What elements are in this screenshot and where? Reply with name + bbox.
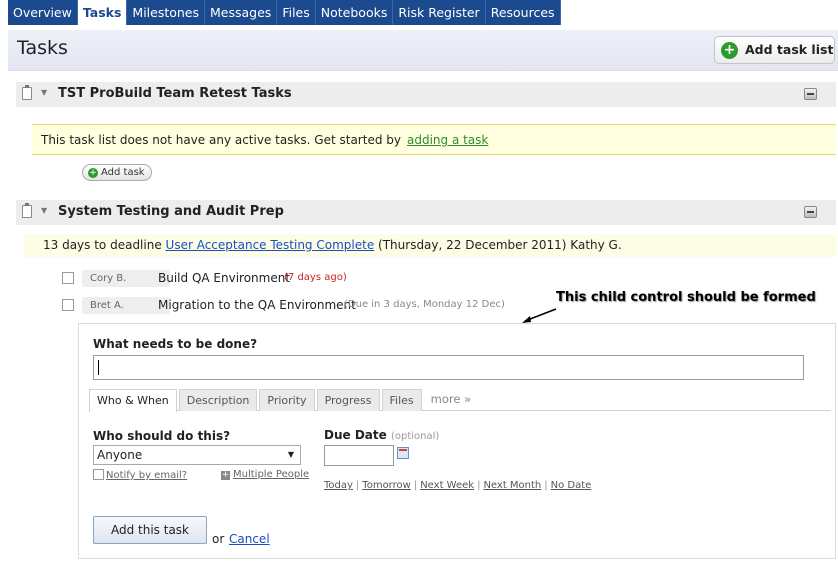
tab-priority[interactable]: Priority (259, 389, 315, 411)
multiple-people-link[interactable]: + Multiple People (221, 469, 309, 480)
chevron-down-icon[interactable]: ▼ (41, 88, 47, 97)
assignee-select[interactable]: Anyone ▼ (93, 445, 301, 465)
task-name[interactable]: Build QA Environment (158, 271, 290, 285)
task-meta: (Due in 3 days, Monday 12 Dec) (344, 299, 505, 310)
task-checkbox[interactable] (62, 299, 74, 311)
task-question-label: What needs to be done? (93, 337, 258, 351)
plus-icon: + (221, 470, 230, 480)
tab-resources[interactable]: Resources (485, 0, 561, 25)
add-task-list-label: Add task list (745, 42, 834, 57)
add-task-form: What needs to be done? Who & When Descri… (78, 323, 836, 559)
assignee-label: Who should do this? (93, 429, 231, 443)
notify-label[interactable]: Notify by email? (106, 470, 187, 481)
due-date-optional: (optional) (390, 431, 440, 442)
notify-checkbox[interactable] (93, 469, 104, 480)
add-this-task-button[interactable]: Add this task (93, 516, 207, 544)
tab-overview[interactable]: Overview (8, 0, 78, 25)
notify-option[interactable]: Notify by email? (93, 469, 187, 481)
task-checkbox[interactable] (62, 272, 74, 284)
multiple-people-label[interactable]: Multiple People (233, 469, 309, 480)
tab-progress[interactable]: Progress (316, 389, 380, 411)
quick-date-next-month[interactable]: Next Month (483, 480, 541, 491)
tab-tasks[interactable]: Tasks (77, 0, 128, 25)
task-list-name[interactable]: TST ProBuild Team Retest Tasks (58, 86, 292, 101)
assignee-badge: Cory B. (82, 270, 170, 287)
quick-date-no-date[interactable]: No Date (551, 480, 592, 491)
quick-date-tomorrow[interactable]: Tomorrow (362, 480, 411, 491)
annotation-text: This child control should be formed (556, 290, 816, 305)
cancel-link[interactable]: Cancel (229, 532, 270, 546)
chevron-down-icon: ▼ (287, 450, 294, 459)
quick-date-next-week[interactable]: Next Week (420, 480, 474, 491)
task-list-header: ▼ System Testing and Audit Prep (16, 200, 836, 225)
tab-messages[interactable]: Messages (205, 0, 278, 25)
deadline-details: (Thursday, 22 December 2011) Kathy G. (378, 238, 622, 252)
plus-icon: + (721, 42, 738, 59)
divider: | (413, 480, 418, 491)
or-text: or (212, 532, 225, 546)
tab-more[interactable]: more » (424, 389, 478, 411)
tab-milestones[interactable]: Milestones (127, 0, 206, 25)
due-date-input[interactable] (324, 445, 394, 466)
adding-a-task-link[interactable]: adding a task (407, 133, 488, 147)
page-header: Tasks + Add task list (8, 30, 838, 71)
tab-description[interactable]: Description (178, 389, 258, 411)
divider: | (477, 480, 481, 491)
milestone-link[interactable]: User Acceptance Testing Complete (166, 238, 375, 252)
task-title-input[interactable] (93, 355, 804, 380)
calendar-icon[interactable] (397, 447, 409, 459)
assignee-value: Anyone (97, 448, 143, 462)
form-tabs: Who & When Description Priority Progress… (89, 389, 831, 412)
tab-risk-register[interactable]: Risk Register (393, 0, 486, 25)
page-title: Tasks (17, 37, 68, 59)
task-list-name[interactable]: System Testing and Audit Prep (58, 204, 284, 219)
clipboard-icon[interactable] (22, 85, 32, 100)
collapse-icon[interactable] (804, 88, 817, 100)
add-task-label: Add task (101, 167, 145, 178)
empty-list-text: This task list does not have any active … (41, 133, 401, 147)
assignee-badge: Bret A. (82, 297, 170, 314)
due-date-title: Due Date (324, 428, 387, 442)
task-meta: (7 days ago) (284, 272, 347, 283)
task-list-header: ▼ TST ProBuild Team Retest Tasks (16, 82, 836, 107)
tab-who-when[interactable]: Who & When (89, 389, 177, 412)
milestone-deadline: 13 days to deadline User Acceptance Test… (24, 234, 836, 257)
nav-tabs: Overview Tasks Milestones Messages Files… (8, 0, 561, 25)
collapse-icon[interactable] (804, 206, 817, 218)
due-date-label: Due Date (optional) (324, 428, 439, 442)
divider: | (355, 480, 360, 491)
divider: | (544, 480, 548, 491)
tab-files[interactable]: Files (381, 389, 422, 411)
empty-list-notice: This task list does not have any active … (32, 124, 836, 155)
clipboard-icon[interactable] (22, 203, 32, 218)
quick-dates: Today | Tomorrow | Next Week | Next Month | No D… (324, 480, 591, 491)
quick-date-today[interactable]: Today (324, 480, 353, 491)
deadline-days: 13 days to deadline (43, 238, 162, 252)
tab-notebooks[interactable]: Notebooks (315, 0, 394, 25)
plus-icon: + (88, 168, 98, 178)
add-task-button[interactable]: + Add task (82, 164, 152, 181)
tab-files[interactable]: Files (277, 0, 316, 25)
top-navigation: Overview Tasks Milestones Messages Files… (0, 0, 838, 25)
task-name[interactable]: Migration to the QA Environment (158, 298, 356, 312)
chevron-down-icon[interactable]: ▼ (41, 206, 47, 215)
add-task-list-button[interactable]: + Add task list (714, 36, 835, 64)
